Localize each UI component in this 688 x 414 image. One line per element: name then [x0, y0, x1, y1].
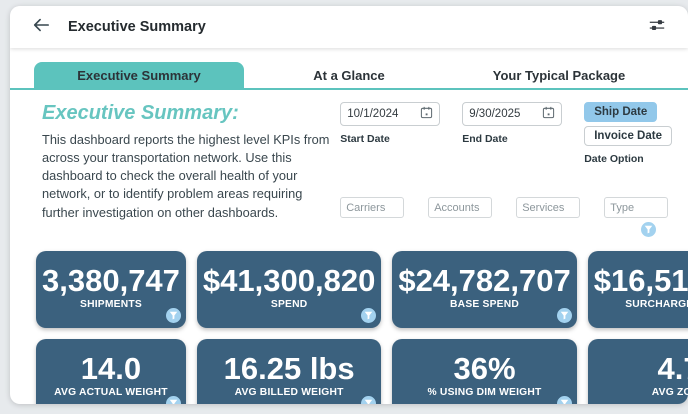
kpi-value: 4.7 — [658, 353, 688, 385]
kpi-value: 36% — [454, 353, 516, 385]
kpi-value: $41,300,820 — [203, 265, 375, 297]
type-input[interactable] — [604, 197, 668, 218]
tab-at-a-glance[interactable]: At a Glance — [244, 62, 454, 88]
start-date-field: 10/1/2024 Start Date — [340, 102, 440, 165]
kpi-value: 16.25 lbs — [224, 353, 355, 385]
kpi-tile-grid: 3,380,747 SHIPMENTS $41,300,820 SPEND $2… — [36, 251, 666, 404]
calendar-icon[interactable] — [420, 106, 433, 122]
sliders-icon — [648, 17, 666, 38]
kpi-label: AVG BILLED WEIGHT — [235, 387, 344, 398]
kpi-label: SURCHARGE SPEND — [625, 299, 688, 310]
intro-section: Executive Summary: This dashboard report… — [42, 102, 340, 237]
kpi-label: AVG ZONE — [652, 387, 688, 398]
kpi-tile-base-spend[interactable]: $24,782,707 BASE SPEND — [392, 251, 576, 328]
back-button[interactable] — [28, 14, 54, 40]
app-bar: Executive Summary — [10, 6, 688, 48]
intro-heading: Executive Summary: — [42, 102, 340, 125]
page-title: Executive Summary — [68, 19, 206, 35]
tile-funnel-badge[interactable] — [166, 308, 181, 323]
end-date-input[interactable]: 9/30/2025 — [462, 102, 562, 126]
end-date-field: 9/30/2025 End Date — [462, 102, 562, 165]
kpi-tile-avg-actual-weight[interactable]: 14.0 AVG ACTUAL WEIGHT — [36, 339, 186, 404]
filter-settings-button[interactable] — [644, 14, 670, 40]
dashboard-card: Executive Summary Executive Summary At a… — [10, 6, 688, 404]
kpi-label: BASE SPEND — [450, 299, 519, 310]
kpi-value: $16,518,113 — [594, 265, 688, 297]
kpi-label: SPEND — [271, 299, 307, 310]
tile-funnel-badge[interactable] — [361, 396, 376, 404]
end-date-label: End Date — [462, 133, 562, 145]
kpi-value: $24,782,707 — [398, 265, 570, 297]
tile-funnel-badge[interactable] — [166, 396, 181, 404]
kpi-tile-surcharge-spend[interactable]: $16,518,113 SURCHARGE SPEND — [588, 251, 688, 328]
filters-section: 10/1/2024 Start Date — [340, 102, 672, 237]
start-date-label: Start Date — [340, 133, 440, 145]
carriers-input[interactable] — [340, 197, 404, 218]
kpi-tile-shipments[interactable]: 3,380,747 SHIPMENTS — [36, 251, 186, 328]
tile-funnel-badge[interactable] — [361, 308, 376, 323]
tab-executive-summary[interactable]: Executive Summary — [34, 62, 244, 88]
kpi-label: AVG ACTUAL WEIGHT — [54, 387, 168, 398]
start-date-value: 10/1/2024 — [347, 108, 398, 120]
start-date-input[interactable]: 10/1/2024 — [340, 102, 440, 126]
tab-bar: Executive Summary At a Glance Your Typic… — [10, 48, 688, 90]
tile-funnel-badge[interactable] — [557, 396, 572, 404]
ship-date-button[interactable]: Ship Date — [584, 102, 657, 122]
kpi-value: 14.0 — [81, 353, 141, 385]
tile-funnel-badge[interactable] — [557, 308, 572, 323]
intro-body: This dashboard reports the highest level… — [42, 131, 340, 222]
invoice-date-button[interactable]: Invoice Date — [584, 126, 672, 146]
kpi-tile-avg-billed-weight[interactable]: 16.25 lbs AVG BILLED WEIGHT — [197, 339, 381, 404]
date-option-label: Date Option — [584, 153, 644, 165]
kpi-tile-spend[interactable]: $41,300,820 SPEND — [197, 251, 381, 328]
kpi-tile-pct-using-dim-weight[interactable]: 36% % USING DIM WEIGHT — [392, 339, 576, 404]
end-date-value: 9/30/2025 — [469, 108, 520, 120]
filter-inputs-row — [340, 197, 672, 218]
kpi-tile-avg-zone[interactable]: 4.7 AVG ZONE — [588, 339, 688, 404]
kpi-value: 3,380,747 — [42, 265, 180, 297]
services-input[interactable] — [516, 197, 580, 218]
kpi-label: % USING DIM WEIGHT — [428, 387, 542, 398]
arrow-left-icon — [32, 17, 50, 38]
tab-your-typical-package[interactable]: Your Typical Package — [454, 62, 664, 88]
filter-funnel-badge[interactable] — [641, 222, 656, 237]
calendar-icon[interactable] — [542, 106, 555, 122]
accounts-input[interactable] — [428, 197, 492, 218]
date-option-group: Ship Date Invoice Date Date Option — [584, 102, 672, 165]
funnel-icon — [644, 221, 653, 239]
kpi-label: SHIPMENTS — [80, 299, 142, 310]
